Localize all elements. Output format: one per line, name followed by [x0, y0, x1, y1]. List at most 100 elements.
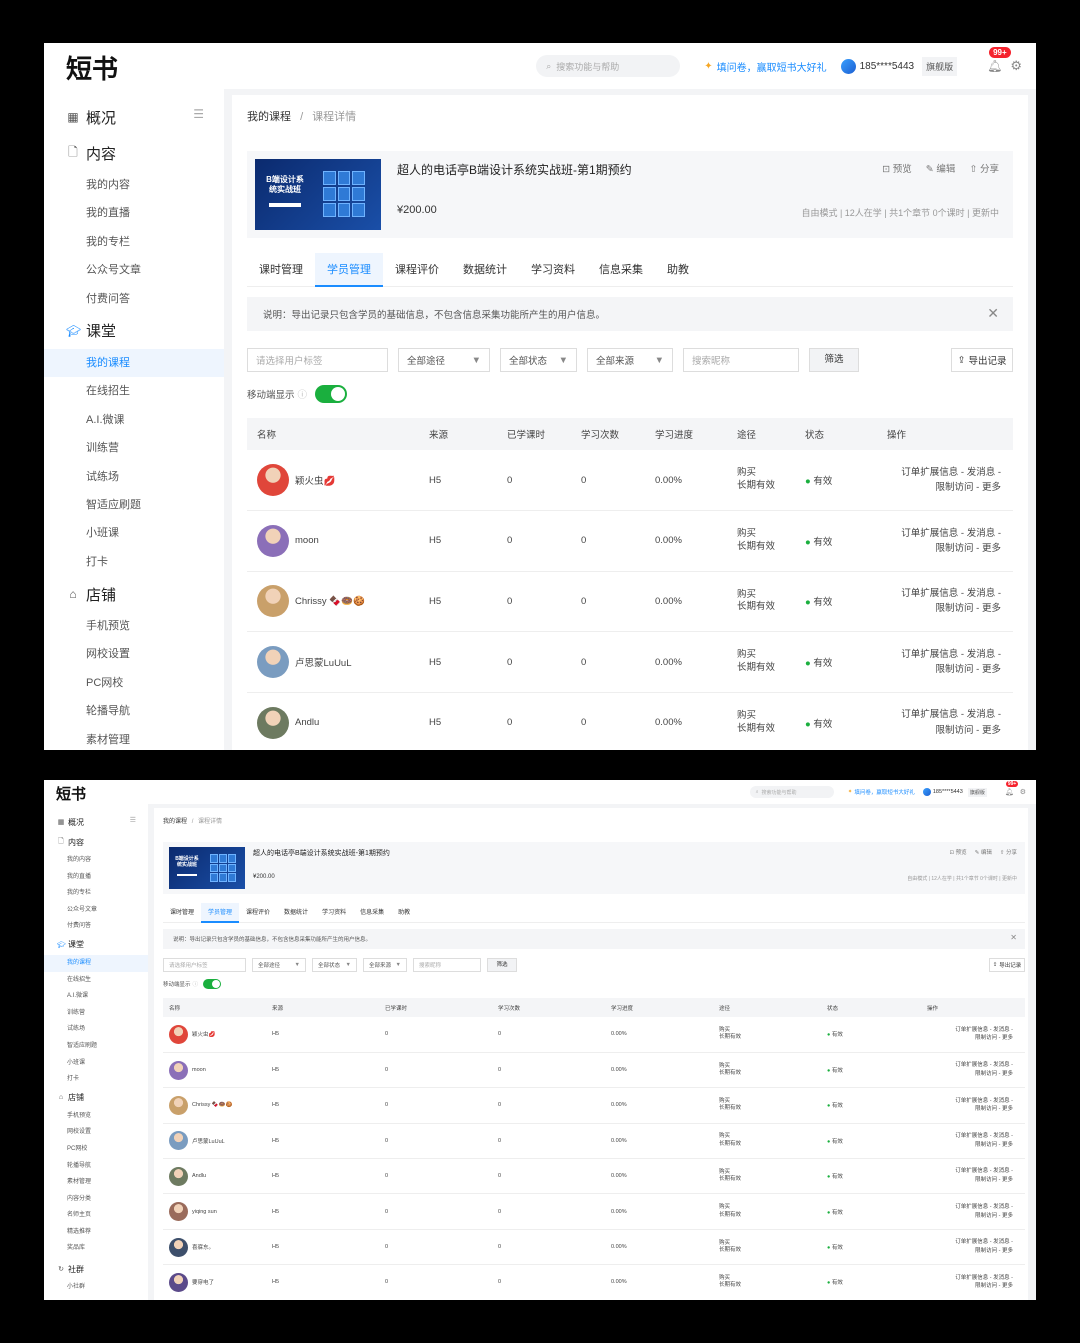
gear-icon[interactable]: ⚙ [1010, 58, 1022, 74]
sidebar-item[interactable]: A.I.微课 [44, 988, 148, 1005]
sidebar-group-0[interactable]: 🗋︎ 内容 [44, 832, 148, 852]
share-button[interactable]: ⇧ 分享 [1000, 848, 1017, 856]
global-search-input[interactable]: ⌕ 搜索功能与帮助 [749, 786, 834, 798]
student-name-cell[interactable]: 颖火虫💋 [169, 1024, 266, 1044]
tab-item[interactable]: 课程评价 [239, 903, 277, 923]
row-actions-primary[interactable]: 订单扩展信息 - 发消息 - [927, 1132, 1013, 1141]
notification-bell-icon[interactable]: 🔔︎ 99+ [987, 47, 1011, 73]
sidebar-item[interactable]: 网校设置 [44, 1124, 148, 1141]
close-icon[interactable]: ✕ [987, 305, 999, 322]
status-select[interactable]: 全部状态 ▼ [500, 348, 577, 372]
sidebar-item[interactable]: 训练营 [44, 1005, 148, 1022]
sidebar-item[interactable]: 手机预览 [44, 1108, 148, 1125]
student-name-cell[interactable]: 卢思蒙LuUuL [169, 1131, 266, 1151]
close-icon[interactable]: ✕ [1010, 933, 1017, 942]
row-actions-secondary[interactable]: 限制访问 - 更多 [927, 1034, 1013, 1043]
sidebar-item[interactable]: PC网校 [44, 669, 224, 697]
sidebar-item[interactable]: 内容分类 [44, 1191, 148, 1208]
sidebar-item[interactable]: 训练营 [44, 434, 224, 462]
sidebar-item[interactable]: 轮播导航 [44, 697, 224, 725]
help-icon[interactable]: ⓘ [298, 387, 308, 401]
sidebar-item[interactable]: 试练场 [44, 463, 224, 491]
row-actions-secondary[interactable]: 限制访问 - 更多 [927, 1141, 1013, 1150]
sidebar-group-1[interactable]: 🎓︎ 课堂 [44, 313, 224, 349]
tab-item[interactable]: 数据统计 [451, 253, 519, 287]
sidebar-item[interactable]: 轮播导航 [44, 1158, 148, 1175]
breadcrumb-my-courses[interactable]: 我的课程 [163, 819, 187, 825]
sidebar-item-overview[interactable]: ▦ 概况 ☰ [44, 99, 224, 135]
sidebar-item[interactable]: 名师主页 [44, 1207, 148, 1224]
tab-item[interactable]: 学习资料 [519, 253, 587, 287]
row-actions-primary[interactable]: 订单扩展信息 - 发消息 - [927, 1238, 1013, 1247]
filter-button[interactable]: 筛选 [487, 958, 517, 972]
row-actions-primary[interactable]: 订单扩展信息 - 发消息 - [927, 1167, 1013, 1176]
route-select[interactable]: 全部途径 ▼ [252, 958, 306, 972]
breadcrumb-my-courses[interactable]: 我的课程 [247, 111, 291, 123]
account-menu[interactable]: 185****5443 [922, 788, 963, 796]
row-actions-secondary[interactable]: 限制访问 - 更多 [927, 1176, 1013, 1185]
sidebar-item-overview[interactable]: ▦ 概况 ☰ [44, 812, 148, 832]
row-actions-secondary[interactable]: 限制访问 - 更多 [927, 1212, 1013, 1221]
row-actions-primary[interactable]: 订单扩展信息 - 发消息 - [887, 586, 1001, 601]
survey-invite-link[interactable]: ✦ 填问卷，赢取短书大好礼 [704, 59, 826, 74]
sidebar-item[interactable]: 我的专栏 [44, 885, 148, 902]
sidebar-item[interactable]: 奖品库 [44, 1240, 148, 1257]
edit-button[interactable]: ✎ 编辑 [926, 161, 956, 175]
collapse-sidebar-icon[interactable]: ☰ [193, 107, 204, 121]
sidebar-group-2[interactable]: ⌂ 店铺 [44, 576, 224, 612]
sidebar-item[interactable]: 素材管理 [44, 726, 224, 750]
row-actions-primary[interactable]: 订单扩展信息 - 发消息 - [927, 1203, 1013, 1212]
sidebar-item[interactable]: 我的课程 [44, 348, 224, 378]
row-actions-secondary[interactable]: 限制访问 - 更多 [887, 480, 1001, 495]
global-search-input[interactable]: ⌕ 搜索功能与帮助 [536, 55, 681, 77]
sidebar-item[interactable]: A.I.微课 [44, 406, 224, 434]
sidebar-item[interactable]: 付费问答 [44, 285, 224, 313]
sidebar-group-2[interactable]: ⌂ 店铺 [44, 1088, 148, 1108]
route-select[interactable]: 全部途径 ▼ [398, 348, 490, 372]
row-actions-secondary[interactable]: 限制访问 - 更多 [927, 1247, 1013, 1256]
sidebar-item[interactable]: 素材管理 [44, 1174, 148, 1191]
student-name-cell[interactable]: Andlu [257, 706, 419, 739]
student-name-cell[interactable]: 要穿电了 [169, 1272, 266, 1292]
account-menu[interactable]: 185****5443 [840, 58, 914, 74]
sidebar-item[interactable]: PC网校 [44, 1141, 148, 1158]
sidebar-item[interactable]: 我的内容 [44, 852, 148, 869]
source-select[interactable]: 全部来源 ▼ [363, 958, 407, 972]
notification-bell-icon[interactable]: 🔔︎ 99+ [1005, 781, 1019, 796]
user-tag-select[interactable]: 请选择用户标签 [247, 348, 388, 372]
row-actions-primary[interactable]: 订单扩展信息 - 发消息 - [927, 1274, 1013, 1283]
student-name-cell[interactable]: 卢思蒙LuUuL [257, 646, 419, 679]
status-select[interactable]: 全部状态 ▼ [312, 958, 357, 972]
sidebar-item[interactable]: 小社群 [44, 1279, 148, 1296]
tab-item[interactable]: 学习资料 [315, 903, 353, 923]
row-actions-secondary[interactable]: 限制访问 - 更多 [887, 541, 1001, 556]
sidebar-item[interactable]: 公众号文章 [44, 902, 148, 919]
sidebar-item[interactable]: 打卡 [44, 548, 224, 576]
sidebar-item[interactable]: 付费问答 [44, 918, 148, 935]
row-actions-secondary[interactable]: 限制访问 - 更多 [927, 1105, 1013, 1114]
edit-button[interactable]: ✎ 编辑 [975, 848, 992, 856]
user-tag-select[interactable]: 请选择用户标签 [163, 958, 246, 972]
student-name-cell[interactable]: Chrissy 🍫🍩🍪 [169, 1095, 266, 1115]
sidebar-item[interactable]: 我的直播 [44, 199, 224, 227]
sidebar-item[interactable]: 在线招生 [44, 972, 148, 989]
sidebar-item[interactable]: 公众号文章 [44, 256, 224, 284]
sidebar-group-1[interactable]: 🎓︎ 课堂 [44, 935, 148, 955]
survey-invite-link[interactable]: ✦ 填问卷，赢取短书大好礼 [848, 788, 915, 796]
tab-item[interactable]: 数据统计 [277, 903, 315, 923]
sidebar-item[interactable]: 我的直播 [44, 869, 148, 886]
collapse-sidebar-icon[interactable]: ☰ [130, 816, 136, 824]
preview-button[interactable]: ⊡ 预览 [950, 848, 967, 856]
sidebar-item[interactable]: 精选推荐 [44, 1224, 148, 1241]
sidebar-item[interactable]: 智适应刷题 [44, 491, 224, 519]
share-button[interactable]: ⇧ 分享 [969, 161, 999, 175]
row-actions-primary[interactable]: 订单扩展信息 - 发消息 - [887, 526, 1001, 541]
row-actions-secondary[interactable]: 限制访问 - 更多 [887, 662, 1001, 677]
filter-button[interactable]: 筛选 [809, 348, 859, 372]
sidebar-group-3[interactable]: ↻ 社群 [44, 1259, 148, 1279]
row-actions-primary[interactable]: 订单扩展信息 - 发消息 - [927, 1026, 1013, 1035]
sidebar-item[interactable]: 打卡 [44, 1071, 148, 1088]
mobile-display-toggle[interactable] [203, 979, 222, 989]
tab-item[interactable]: 课程评价 [383, 253, 451, 287]
tab-item[interactable]: 助教 [391, 903, 417, 923]
